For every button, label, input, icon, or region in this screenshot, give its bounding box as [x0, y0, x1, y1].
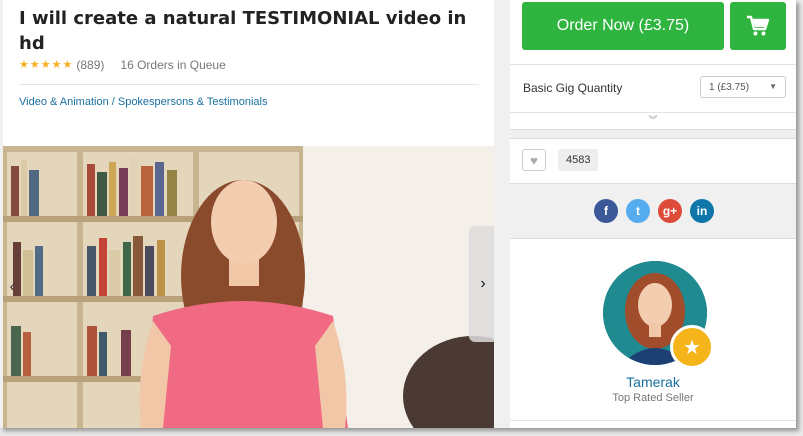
divider: [510, 420, 796, 421]
cart-icon: [747, 15, 770, 36]
top-rated-badge: ★: [670, 325, 714, 369]
browser-frame: I will create a natural TESTIMONIAL vide…: [0, 0, 796, 428]
gig-video-gallery[interactable]: ‹ ›: [3, 146, 494, 428]
star-icon: ★: [19, 59, 29, 71]
star-icon: ★: [683, 336, 701, 359]
rating-row: ★ ★ ★ ★ ★ (889) 16 Orders in Queue: [19, 58, 226, 72]
google-plus-icon[interactable]: g+: [658, 199, 682, 223]
gig-title: I will create a natural TESTIMONIAL vide…: [19, 8, 467, 54]
gallery-next-button[interactable]: ›: [469, 226, 494, 342]
seller-card: ★ Tamerak Top Rated Seller: [510, 238, 796, 428]
linkedin-icon[interactable]: in: [690, 199, 714, 223]
orders-in-queue: 16 Orders in Queue: [120, 58, 226, 72]
star-icon: ★: [51, 59, 62, 71]
star-icon: ★: [29, 59, 40, 71]
twitter-icon[interactable]: t: [626, 199, 650, 223]
chevron-right-icon: ›: [480, 275, 486, 292]
order-box: Order Now (£3.75) Basic Gig Quantity 1 (…: [510, 0, 796, 130]
quantity-label: Basic Gig Quantity: [523, 81, 623, 95]
heart-icon: ♥: [530, 152, 538, 168]
rating-stars: ★ ★ ★ ★ ★: [19, 59, 73, 71]
expand-packages-button[interactable]: ︾: [510, 112, 796, 126]
add-to-cart-button[interactable]: [730, 2, 786, 50]
quantity-value: 1 (£3.75): [709, 82, 750, 93]
share-buttons: f t g+ in: [594, 199, 722, 223]
favorite-count: 4583: [558, 149, 599, 171]
divider: [510, 64, 796, 65]
gallery-prev-button[interactable]: ‹: [3, 268, 21, 304]
caret-down-icon: ▼: [769, 82, 777, 91]
category-breadcrumb[interactable]: Video & Animation / Spokespersons & Test…: [19, 96, 267, 108]
order-now-button[interactable]: Order Now (£3.75): [522, 2, 724, 50]
quantity-select[interactable]: 1 (£3.75) ▼: [700, 76, 786, 98]
facebook-icon[interactable]: f: [594, 199, 618, 223]
order-sidebar: Order Now (£3.75) Basic Gig Quantity 1 (…: [510, 0, 796, 428]
favorite-button[interactable]: ♥: [522, 149, 546, 171]
gig-main-panel: I will create a natural TESTIMONIAL vide…: [3, 0, 494, 428]
seller-name-link[interactable]: Tamerak: [510, 374, 796, 390]
favorite-box: ♥ 4583: [510, 138, 796, 184]
divider: [19, 84, 479, 85]
seller-level: Top Rated Seller: [612, 392, 694, 404]
video-thumbnail: [3, 146, 494, 428]
star-icon: ★: [40, 59, 51, 71]
rating-count[interactable]: (889): [76, 58, 104, 72]
chevron-left-icon: ‹: [9, 278, 15, 294]
double-chevron-down-icon: ︾: [648, 115, 658, 125]
star-icon: ★: [62, 59, 73, 71]
